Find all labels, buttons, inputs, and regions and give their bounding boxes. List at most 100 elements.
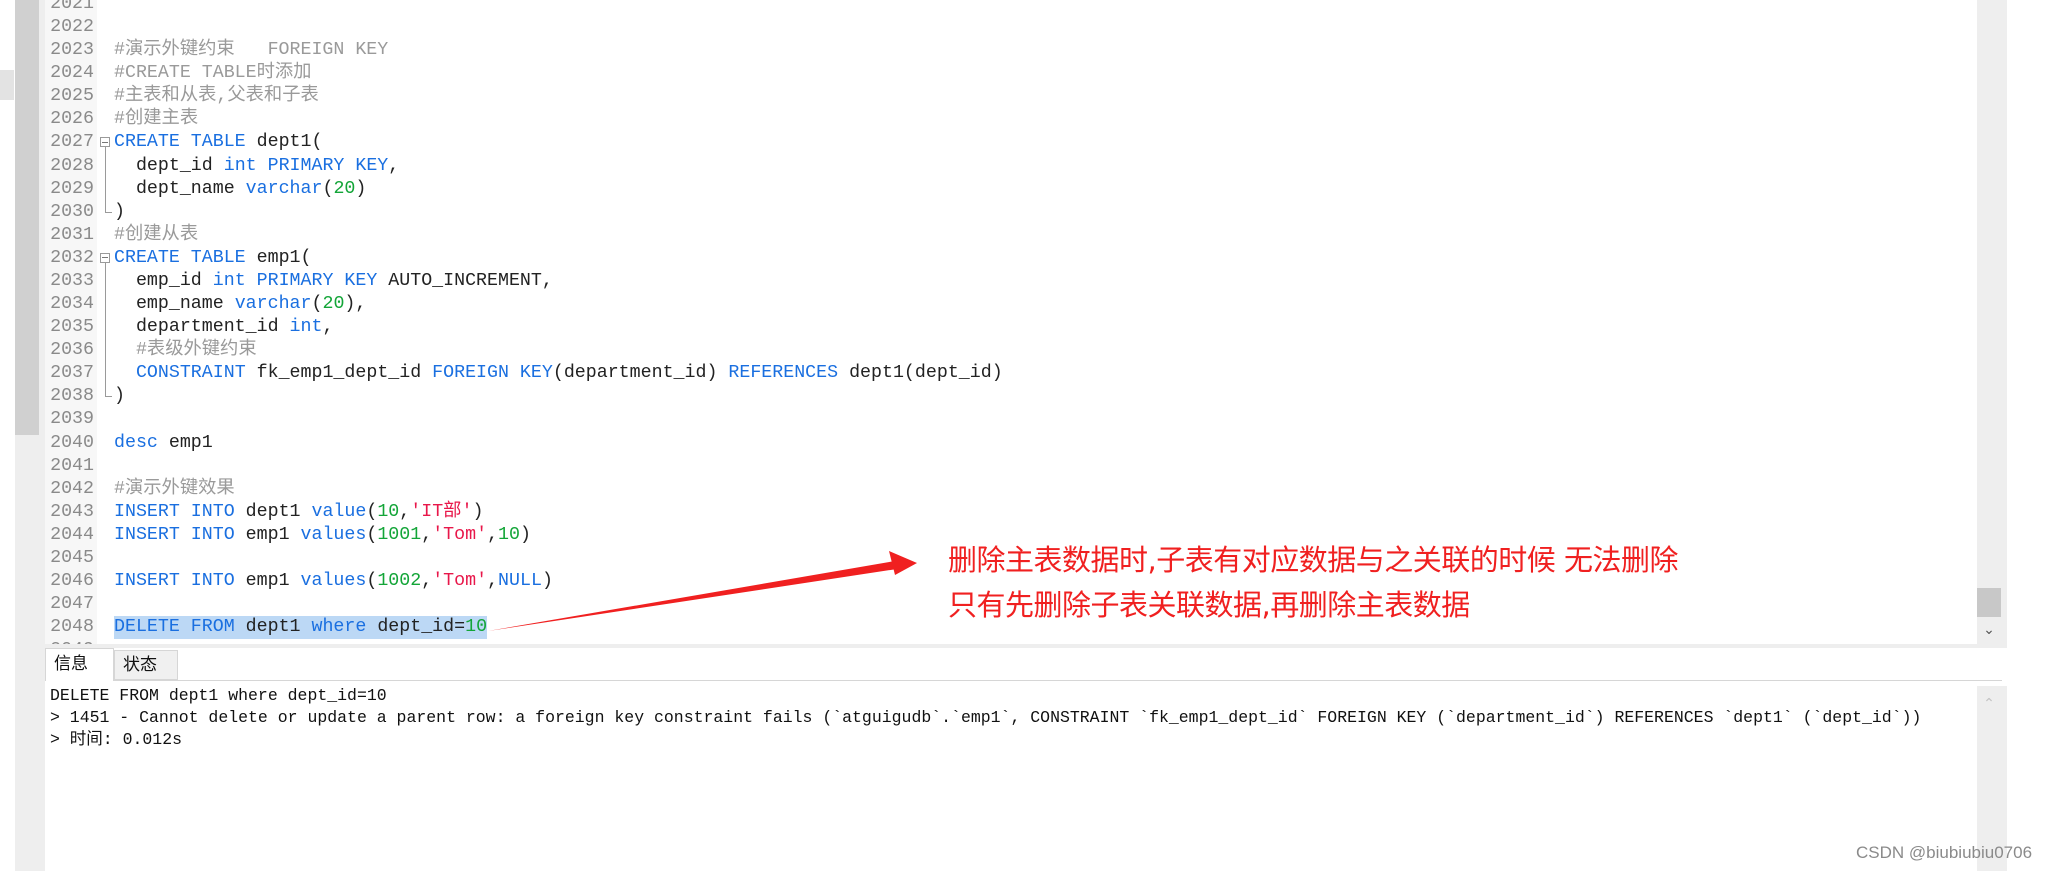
code-line[interactable]: 2022	[45, 16, 1945, 39]
sql-text: ,	[487, 524, 499, 545]
editor-vertical-scrollbar[interactable]: ⌄	[1977, 0, 2007, 644]
sql-text: dept1(dept_id)	[838, 363, 1003, 384]
code-text: )	[114, 385, 125, 408]
code-text: INSERT INTO emp1 values(1002,'Tom',NULL)	[114, 570, 553, 593]
sql-text: )	[114, 386, 125, 407]
sql-text: ),	[344, 294, 367, 315]
sql-text: )	[541, 571, 553, 591]
output-error-line: > 1451 - Cannot delete or update a paren…	[50, 708, 1922, 727]
line-number: 2035	[50, 317, 94, 338]
sql-text: (department_id)	[552, 363, 729, 384]
sql-text: emp1	[234, 524, 301, 545]
code-text: CREATE TABLE emp1(	[114, 247, 311, 270]
code-text: INSERT INTO emp1 values(1001,'Tom',10)	[114, 524, 531, 547]
tab-info[interactable]: 信息	[45, 648, 114, 681]
code-line[interactable]: 2024 #CREATE TABLE时添加	[45, 62, 1945, 85]
code-line[interactable]: 2029 dept_name varchar(20)	[45, 177, 1945, 202]
tab-status[interactable]: 状态	[114, 650, 178, 680]
line-number: 2030	[50, 201, 94, 222]
code-text: #创建从表	[114, 224, 198, 247]
sql-text: AUTO_INCREMENT,	[377, 270, 553, 291]
line-number: 2046	[50, 571, 94, 591]
chevron-up-icon[interactable]: ⌃	[1981, 696, 1997, 712]
output-time-line: > 时间: 0.012s	[50, 730, 183, 749]
code-line[interactable]: 2041	[45, 455, 1945, 478]
sql-comment: #演示外键约束 FOREIGN KEY	[114, 40, 389, 61]
code-text: #主表和从表,父表和子表	[114, 85, 319, 108]
sql-text: emp_name	[114, 294, 235, 315]
line-number: 2036	[50, 340, 94, 361]
sql-text: (	[322, 178, 334, 199]
fold-guide	[105, 293, 106, 318]
annotation-line-1: 删除主表数据时,子表有对应数据与之关联的时候 无法删除	[948, 543, 1678, 577]
fold-guide	[105, 177, 106, 202]
sql-text: fk_emp1_dept_id	[245, 363, 433, 384]
code-line[interactable]: 2040 desc emp1	[45, 432, 1945, 455]
code-line[interactable]: 2023 #演示外键约束 FOREIGN KEY	[45, 39, 1945, 62]
sql-text: dept_id=	[366, 617, 466, 638]
sql-number: 20	[333, 178, 356, 199]
code-line[interactable]: 2030)	[45, 200, 1945, 224]
code-line[interactable]: 2032 CREATE TABLE emp1(	[45, 247, 1945, 271]
line-number: 2025	[50, 86, 94, 107]
code-line[interactable]: 2031 #创建从表	[45, 224, 1945, 247]
sql-keyword: CONSTRAINT	[135, 363, 246, 384]
sql-text: emp1(	[245, 247, 312, 268]
line-number: 2031	[50, 224, 94, 245]
code-text: dept_id int PRIMARY KEY,	[114, 155, 399, 178]
line-number: 2023	[50, 40, 94, 61]
sql-text: (	[366, 571, 378, 591]
sql-keyword: INSERT INTO	[114, 501, 235, 522]
code-line[interactable]: 2037 CONSTRAINT fk_emp1_dept_id FOREIGN …	[45, 362, 1945, 387]
sql-keyword: varchar	[245, 178, 323, 199]
sql-text: emp_id	[114, 270, 213, 291]
fold-end-guide	[105, 385, 112, 398]
sql-text: dept_id	[114, 155, 224, 176]
fold-guide	[105, 269, 106, 294]
code-line[interactable]: 2035 department_id int,	[45, 316, 1945, 341]
code-line[interactable]: 2043 INSERT INTO dept1 value(10,'IT部')	[45, 501, 1945, 524]
sql-text: )	[355, 178, 367, 199]
sql-comment: #创建从表	[114, 224, 199, 245]
sql-text: (	[366, 524, 378, 545]
line-number: 2027	[50, 132, 94, 153]
sql-keyword: int PRIMARY KEY	[212, 270, 378, 291]
sql-keyword: NULL	[498, 571, 542, 591]
line-number: 2045	[50, 547, 94, 568]
code-line[interactable]: 2038)	[45, 385, 1945, 408]
fold-guide	[105, 316, 106, 341]
code-line[interactable]: 2028 dept_id int PRIMARY KEY,	[45, 154, 1945, 179]
sql-keyword: int	[289, 317, 323, 338]
chevron-down-icon[interactable]: ⌄	[1981, 622, 1997, 638]
line-number: 2032	[50, 247, 94, 268]
sql-comment: #CREATE TABLE时添加	[114, 63, 312, 84]
code-line[interactable]: 2021	[45, 0, 1945, 16]
code-line[interactable]: 2042 #演示外键效果	[45, 478, 1945, 501]
line-number: 2048	[50, 617, 94, 638]
annotation-line-2: 只有先删除子表关联数据,再删除主表数据	[948, 588, 1470, 622]
editor-scroll-thumb[interactable]	[1977, 588, 2001, 617]
code-line[interactable]: 2034 emp_name varchar(20),	[45, 293, 1945, 318]
fold-collapse-icon[interactable]	[100, 252, 110, 263]
line-number: 2026	[50, 109, 94, 130]
code-text: #演示外键约束 FOREIGN KEY	[114, 39, 388, 62]
code-text: #演示外键效果	[114, 478, 235, 501]
code-line[interactable]: 2036 #表级外键约束	[45, 339, 1945, 364]
sql-number: 10	[465, 617, 488, 638]
code-line[interactable]: 2033 emp_id int PRIMARY KEY AUTO_INCREME…	[45, 269, 1945, 294]
code-line[interactable]: 2026 #创建主表	[45, 108, 1945, 131]
sql-string: 'Tom'	[432, 524, 488, 545]
sql-text: ,	[322, 317, 334, 338]
fold-collapse-icon[interactable]	[100, 137, 110, 148]
line-number: 2028	[50, 155, 94, 176]
code-line[interactable]: 2027 CREATE TABLE dept1(	[45, 131, 1945, 156]
line-number: 2042	[50, 478, 94, 499]
left-panel-marker	[0, 70, 14, 100]
left-panel-scroll-thumb[interactable]	[15, 0, 39, 435]
sql-text: ,	[421, 571, 433, 591]
code-line[interactable]: 2025 #主表和从表,父表和子表	[45, 85, 1945, 108]
code-line[interactable]: 2039	[45, 408, 1945, 431]
fold-end-guide	[105, 200, 112, 213]
line-number: 2021	[50, 0, 94, 14]
sql-keyword: int PRIMARY KEY	[223, 155, 389, 176]
